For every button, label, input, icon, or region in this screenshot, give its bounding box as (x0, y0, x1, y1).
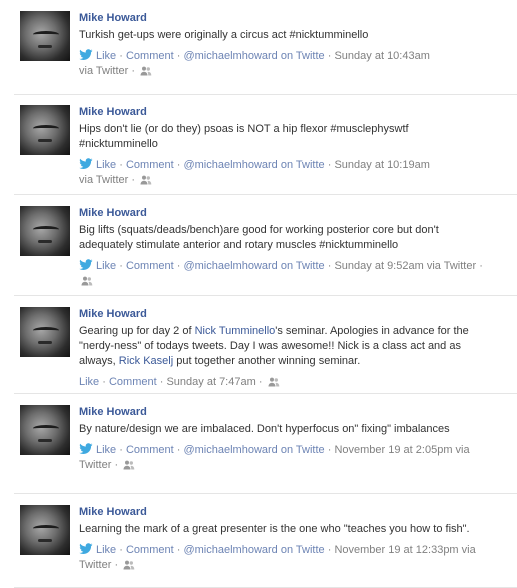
post-actions: Like · Comment · Sunday at 7:47am · (79, 375, 484, 392)
post-text-part: put together another winning seminar. (173, 355, 361, 367)
friends-audience-icon[interactable] (140, 66, 152, 81)
separator: · (176, 159, 181, 171)
separator: · (176, 260, 181, 272)
comment-link[interactable]: Comment (109, 376, 157, 388)
comment-link[interactable]: Comment (126, 159, 174, 171)
mention-link[interactable]: Rick Kaselj (119, 355, 173, 367)
via-text: via Twitter (79, 174, 129, 186)
feed-story: Mike Howard Hips don't lie (or do they) … (0, 94, 517, 195)
friends-audience-icon[interactable] (268, 377, 280, 392)
separator: · (131, 65, 136, 77)
comment-link[interactable]: Comment (126, 50, 174, 62)
post-actions: Like · Comment · @michaelmhoward on Twit… (79, 158, 484, 190)
separator: · (131, 174, 136, 186)
author-name[interactable]: Mike Howard (79, 206, 484, 220)
post-text: Gearing up for day 2 of Nick Tumminello'… (79, 324, 484, 369)
post-text: Hips don't lie (or do they) psoas is NOT… (79, 123, 409, 150)
twitter-source-link[interactable]: @michaelmhoward on Twitte (183, 260, 324, 272)
separator: · (102, 376, 106, 388)
avatar[interactable] (20, 405, 70, 455)
feed-story: Mike Howard Learning the mark of a great… (0, 494, 517, 588)
friends-audience-icon[interactable] (140, 175, 152, 190)
post-actions: Like · Comment · @michaelmhoward on Twit… (79, 543, 484, 575)
separator: · (258, 376, 263, 388)
comment-link[interactable]: Comment (126, 444, 174, 456)
friends-audience-icon[interactable] (123, 460, 135, 475)
separator: · (479, 260, 483, 272)
friends-audience-icon[interactable] (81, 276, 93, 291)
like-link[interactable]: Like (96, 50, 116, 62)
twitter-bird-icon (79, 543, 93, 555)
post-actions: Like · Comment · @michaelmhoward on Twit… (79, 49, 484, 81)
timestamp[interactable]: November 19 at 12:33pm (334, 544, 458, 556)
separator: · (327, 444, 332, 456)
twitter-source-link[interactable]: @michaelmhoward on Twitte (183, 544, 324, 556)
author-name[interactable]: Mike Howard (79, 307, 484, 321)
separator: · (327, 544, 332, 556)
timestamp[interactable]: Sunday at 7:47am (166, 376, 255, 388)
separator: · (119, 444, 123, 456)
avatar[interactable] (20, 307, 70, 357)
author-name[interactable]: Mike Howard (79, 105, 484, 119)
feed-story: Mike Howard By nature/design we are imba… (0, 394, 517, 494)
separator: · (119, 159, 123, 171)
separator: · (176, 544, 181, 556)
like-link[interactable]: Like (79, 376, 99, 388)
comment-link[interactable]: Comment (126, 544, 174, 556)
separator: · (327, 50, 332, 62)
twitter-bird-icon (79, 49, 93, 61)
post-text: By nature/design we are imbalaced. Don't… (79, 423, 450, 435)
separator: · (176, 444, 181, 456)
post-actions: Like · Comment · @michaelmhoward on Twit… (79, 259, 484, 291)
post-text-part: Gearing up for day 2 of (79, 325, 195, 337)
author-name[interactable]: Mike Howard (79, 405, 484, 419)
post-text: Big lifts (squats/deads/bench)are good f… (79, 224, 439, 251)
avatar[interactable] (20, 105, 70, 155)
feed-story: Mike Howard Turkish get-ups were origina… (0, 0, 517, 95)
avatar[interactable] (20, 206, 70, 256)
friends-audience-icon[interactable] (123, 560, 135, 575)
like-link[interactable]: Like (96, 159, 116, 171)
timestamp[interactable]: November 19 at 2:05pm (334, 444, 452, 456)
like-link[interactable]: Like (96, 544, 116, 556)
like-link[interactable]: Like (96, 260, 116, 272)
timestamp[interactable]: Sunday at 10:43am (334, 50, 429, 62)
post-actions: Like · Comment · @michaelmhoward on Twit… (79, 443, 484, 475)
author-name[interactable]: Mike Howard (79, 505, 484, 519)
avatar[interactable] (20, 11, 70, 61)
comment-link[interactable]: Comment (126, 260, 174, 272)
twitter-source-link[interactable]: @michaelmhoward on Twitte (183, 159, 324, 171)
feed-story: Mike Howard Gearing up for day 2 of Nick… (0, 296, 517, 394)
twitter-bird-icon (79, 158, 93, 170)
separator: · (119, 260, 123, 272)
twitter-bird-icon (79, 443, 93, 455)
author-name[interactable]: Mike Howard (79, 11, 484, 25)
separator: · (327, 159, 332, 171)
post-text: Learning the mark of a great presenter i… (79, 523, 470, 535)
avatar[interactable] (20, 505, 70, 555)
separator: · (114, 559, 119, 571)
news-feed: Mike Howard Turkish get-ups were origina… (0, 0, 517, 588)
separator: · (327, 260, 332, 272)
timestamp[interactable]: Sunday at 9:52am (334, 260, 423, 272)
twitter-source-link[interactable]: @michaelmhoward on Twitte (183, 444, 324, 456)
twitter-bird-icon (79, 259, 93, 271)
separator: · (119, 544, 123, 556)
separator: · (176, 50, 181, 62)
separator: · (159, 376, 164, 388)
timestamp[interactable]: Sunday at 10:19am (334, 159, 429, 171)
feed-story: Mike Howard Big lifts (squats/deads/benc… (0, 195, 517, 296)
mention-link[interactable]: Nick Tumminello (195, 325, 276, 337)
like-link[interactable]: Like (96, 444, 116, 456)
via-text: via Twitter (426, 260, 477, 272)
via-text: via Twitter (79, 65, 129, 77)
separator: · (114, 459, 119, 471)
twitter-source-link[interactable]: @michaelmhoward on Twitte (183, 50, 324, 62)
separator: · (119, 50, 123, 62)
post-text: Turkish get-ups were originally a circus… (79, 29, 369, 41)
